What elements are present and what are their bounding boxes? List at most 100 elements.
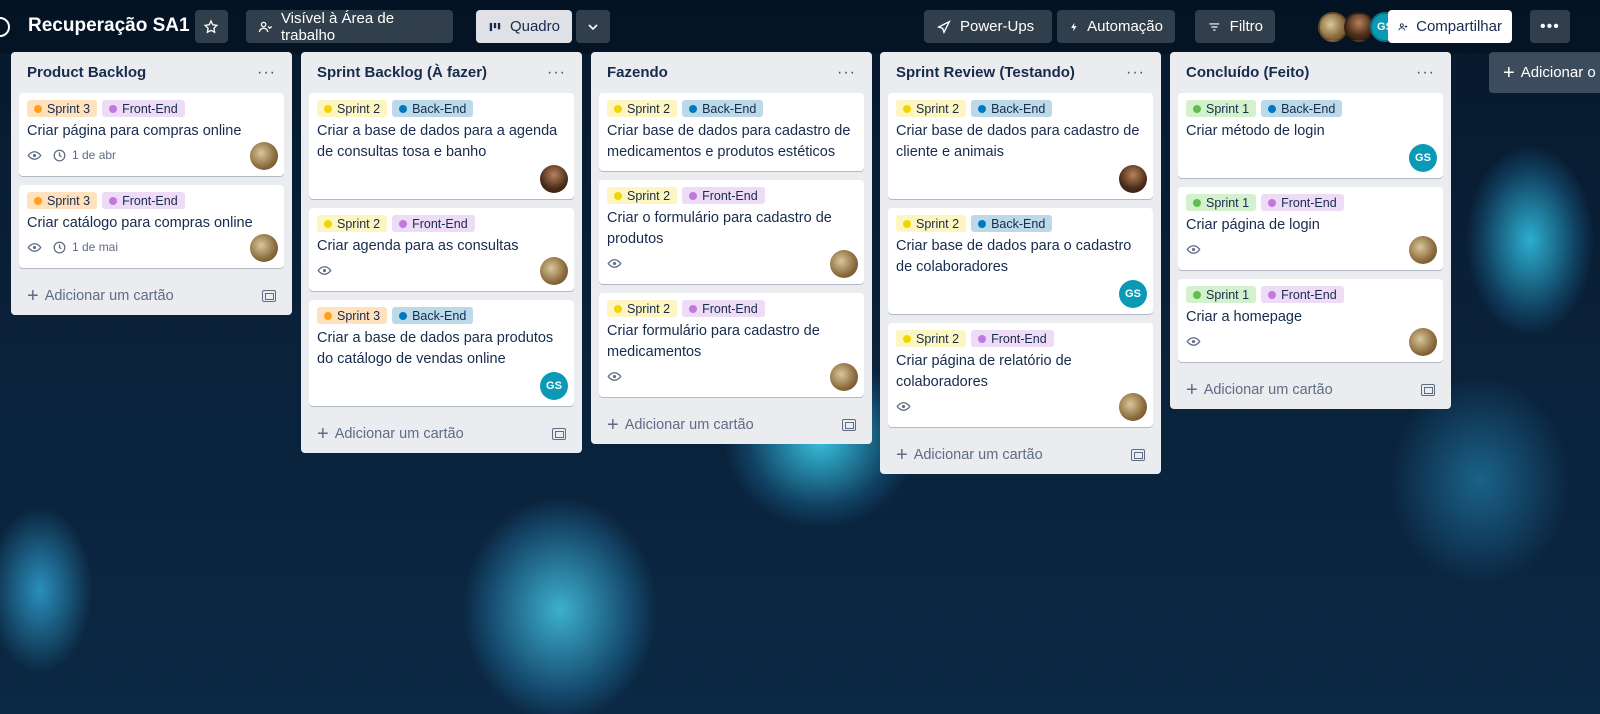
member-avatar[interactable] <box>1409 236 1437 264</box>
card[interactable]: Sprint 2 Front-End Criar formulário para c… <box>599 293 864 397</box>
due-date-badge[interactable]: 1 de abr <box>52 148 116 163</box>
label-backend[interactable]: Back-End <box>971 215 1053 232</box>
list-menu-icon[interactable]: ··· <box>837 64 856 82</box>
member-avatar[interactable]: GS <box>540 372 568 400</box>
card[interactable]: Sprint 2 Front-End Criar agenda para as co… <box>309 208 574 291</box>
label-backend[interactable]: Back-End <box>682 100 764 117</box>
label-sprint2[interactable]: Sprint 2 <box>317 215 388 232</box>
list-header[interactable]: Concluído (Feito) ··· <box>1178 52 1443 93</box>
list-header[interactable]: Sprint Review (Testando) ··· <box>888 52 1153 93</box>
share-button[interactable]: Compartilhar <box>1388 10 1512 43</box>
list-title[interactable]: Sprint Review (Testando) <box>896 64 1075 81</box>
label-frontend[interactable]: Front-End <box>682 300 765 317</box>
list-menu-icon[interactable]: ··· <box>1126 64 1145 82</box>
card[interactable]: Sprint 2 Front-End Criar o formulário para… <box>599 180 864 284</box>
due-date-badge[interactable]: 1 de mai <box>52 240 118 255</box>
member-avatar[interactable] <box>830 363 858 391</box>
star-button[interactable] <box>195 10 228 43</box>
label-frontend[interactable]: Front-End <box>1261 194 1344 211</box>
add-card-button[interactable]: + Adicionar um cartão <box>27 286 174 306</box>
card-template-icon[interactable] <box>1131 449 1145 461</box>
label-frontend[interactable]: Front-End <box>1261 286 1344 303</box>
label-sprint2[interactable]: Sprint 2 <box>607 100 678 117</box>
card[interactable]: Sprint 3 Front-End Criar catálogo para com… <box>19 185 284 268</box>
plus-icon: + <box>896 444 908 466</box>
card[interactable]: Sprint 2 Back-End Criar base de dados para… <box>888 93 1153 199</box>
label-backend[interactable]: Back-End <box>392 100 474 117</box>
sidebar-toggle-icon[interactable] <box>0 17 10 37</box>
member-avatar[interactable] <box>250 142 278 170</box>
label-sprint1[interactable]: Sprint 1 <box>1186 194 1257 211</box>
member-avatar[interactable] <box>540 165 568 193</box>
label-frontend[interactable]: Front-End <box>102 100 185 117</box>
card-template-icon[interactable] <box>262 290 276 302</box>
list-menu-icon[interactable]: ··· <box>257 64 276 82</box>
member-avatar[interactable] <box>830 250 858 278</box>
label-sprint3[interactable]: Sprint 3 <box>317 307 388 324</box>
label-frontend[interactable]: Front-End <box>392 215 475 232</box>
label-sprint3[interactable]: Sprint 3 <box>27 192 98 209</box>
member-avatar[interactable] <box>1119 393 1147 421</box>
card-template-icon[interactable] <box>842 419 856 431</box>
list-menu-icon[interactable]: ··· <box>547 64 566 82</box>
member-avatar[interactable] <box>540 257 568 285</box>
label-sprint2[interactable]: Sprint 2 <box>607 300 678 317</box>
label-sprint2[interactable]: Sprint 2 <box>896 330 967 347</box>
card-template-icon[interactable] <box>1421 384 1435 396</box>
card[interactable]: Sprint 2 Back-End Criar base de dados para… <box>888 208 1153 314</box>
visibility-button[interactable]: Visível à Área de trabalho <box>246 10 453 44</box>
add-list-button[interactable]: + Adicionar o <box>1489 52 1600 93</box>
filter-button[interactable]: Filtro <box>1195 10 1275 43</box>
label-frontend[interactable]: Front-End <box>682 187 765 204</box>
board-view-button[interactable]: Quadro <box>476 10 572 43</box>
label-sprint2[interactable]: Sprint 2 <box>607 187 678 204</box>
member-avatar[interactable]: GS <box>1409 144 1437 172</box>
member-avatar[interactable] <box>1119 165 1147 193</box>
list-header[interactable]: Product Backlog ··· <box>19 52 284 93</box>
label-backend[interactable]: Back-End <box>1261 100 1343 117</box>
board-title[interactable]: Recuperação SA1 <box>28 15 190 37</box>
list-header[interactable]: Sprint Backlog (À fazer) ··· <box>309 52 574 93</box>
card[interactable]: Sprint 1 Back-End Criar método de login GS <box>1178 93 1443 178</box>
automation-button[interactable]: Automação <box>1057 10 1175 43</box>
view-switcher-button[interactable] <box>576 10 610 43</box>
add-card-button[interactable]: + Adicionar um cartão <box>896 445 1043 465</box>
label-sprint1[interactable]: Sprint 1 <box>1186 286 1257 303</box>
label-backend[interactable]: Back-End <box>971 100 1053 117</box>
card[interactable]: Sprint 3 Back-End Criar a base de dados pa… <box>309 300 574 406</box>
member-avatar[interactable]: GS <box>1119 280 1147 308</box>
list-header[interactable]: Fazendo ··· <box>599 52 864 93</box>
card[interactable]: Sprint 2 Back-End Criar base de dados para… <box>599 93 864 171</box>
label-dot-icon <box>978 334 987 343</box>
label-dot-icon <box>324 311 332 320</box>
label-sprint2[interactable]: Sprint 2 <box>896 215 967 232</box>
card-template-icon[interactable] <box>552 428 566 440</box>
label-sprint2[interactable]: Sprint 2 <box>317 100 388 117</box>
add-card-button[interactable]: + Adicionar um cartão <box>607 415 754 435</box>
list-title[interactable]: Product Backlog <box>27 64 146 81</box>
card[interactable]: Sprint 2 Front-End Criar página de relatór… <box>888 323 1153 427</box>
card[interactable]: Sprint 2 Back-End Criar a base de dados pa… <box>309 93 574 199</box>
label-sprint3[interactable]: Sprint 3 <box>27 100 98 117</box>
card[interactable]: Sprint 1 Front-End Criar a homepage <box>1178 279 1443 362</box>
label-text: Sprint 2 <box>627 188 671 203</box>
add-card-button[interactable]: + Adicionar um cartão <box>1186 380 1333 400</box>
add-card-button[interactable]: + Adicionar um cartão <box>317 424 464 444</box>
board-menu-button[interactable]: ••• <box>1530 10 1570 43</box>
card-spacer <box>317 163 566 191</box>
card[interactable]: Sprint 1 Front-End Criar página de login <box>1178 187 1443 270</box>
label-sprint2[interactable]: Sprint 2 <box>896 100 967 117</box>
list-menu-icon[interactable]: ··· <box>1416 64 1435 82</box>
member-avatar[interactable] <box>1409 328 1437 356</box>
label-frontend[interactable]: Front-End <box>102 192 185 209</box>
label-backend[interactable]: Back-End <box>392 307 474 324</box>
label-frontend[interactable]: Front-End <box>971 330 1054 347</box>
list-3: Fazendo ··· Sprint 2 Back-End Criar base de … <box>591 52 872 444</box>
list-title[interactable]: Sprint Backlog (À fazer) <box>317 64 487 81</box>
power-ups-button[interactable]: Power-Ups <box>924 10 1052 43</box>
card[interactable]: Sprint 3 Front-End Criar página para compr… <box>19 93 284 176</box>
member-avatar[interactable] <box>250 234 278 262</box>
label-sprint1[interactable]: Sprint 1 <box>1186 100 1257 117</box>
list-title[interactable]: Concluído (Feito) <box>1186 64 1309 81</box>
list-title[interactable]: Fazendo <box>607 64 668 81</box>
